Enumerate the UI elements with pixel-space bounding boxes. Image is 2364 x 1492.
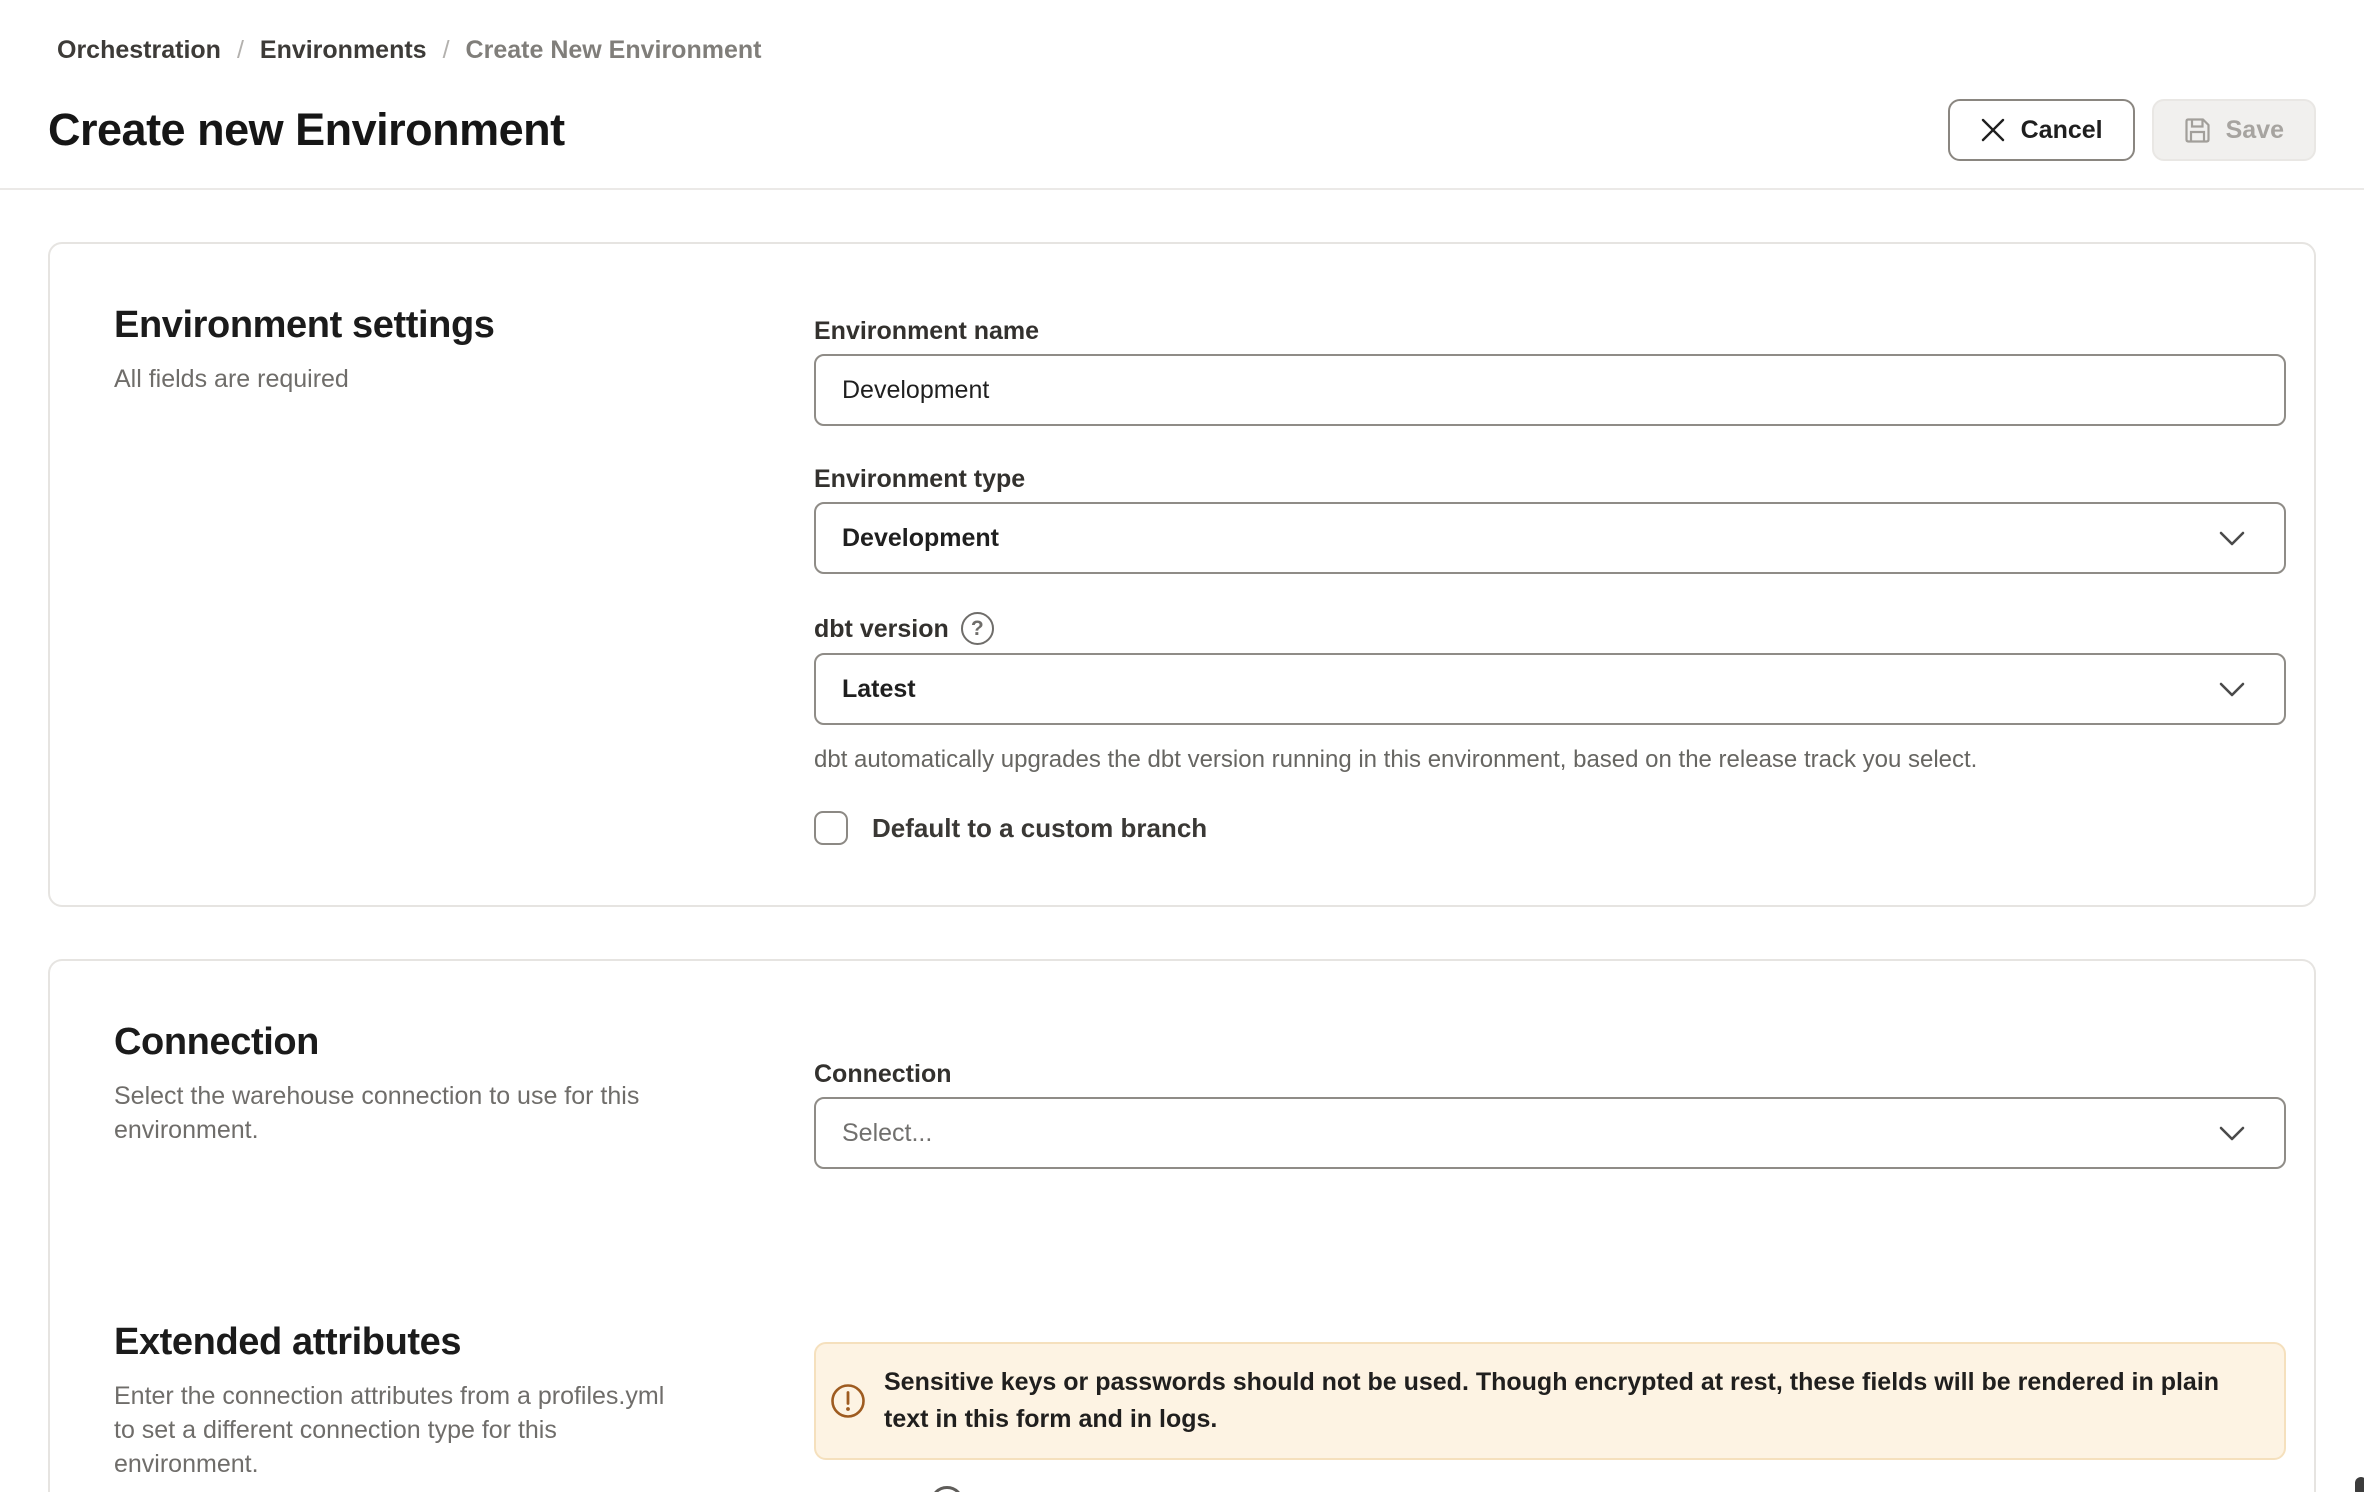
extended-attributes-description: Enter the connection attributes from a p… <box>114 1379 674 1481</box>
page-title: Create new Environment <box>48 104 565 156</box>
connection-form: Connection Select... <box>814 1059 2286 1169</box>
extended-attributes-form: Sensitive keys or passwords should not b… <box>814 1319 2286 1481</box>
extended-attributes-intro: Extended attributes Enter the connection… <box>114 1319 814 1481</box>
environment-name-input[interactable] <box>814 354 2286 426</box>
sensitive-keys-warning-banner: Sensitive keys or passwords should not b… <box>814 1342 2286 1460</box>
connection-card: Connection Select the warehouse connecti… <box>48 959 2316 1492</box>
environment-type-value: Development <box>842 524 999 553</box>
breadcrumb-environments[interactable]: Environments <box>260 36 427 65</box>
dbt-version-help-text: dbt automatically upgrades the dbt versi… <box>814 745 2286 775</box>
custom-branch-checkbox[interactable] <box>814 811 848 845</box>
environment-settings-card: Environment settings All fields are requ… <box>48 242 2316 907</box>
main-content: Environment settings All fields are requ… <box>0 242 2364 1492</box>
save-icon <box>2184 117 2211 144</box>
sensitive-keys-warning-text: Sensitive keys or passwords should not b… <box>884 1364 2254 1438</box>
dbt-version-select[interactable]: Latest <box>814 653 2286 725</box>
header-divider <box>0 188 2364 190</box>
save-button[interactable]: Save <box>2152 99 2316 161</box>
custom-branch-label: Default to a custom branch <box>872 813 1207 844</box>
chevron-down-icon <box>2218 530 2246 547</box>
environment-settings-intro: Environment settings All fields are requ… <box>114 302 814 845</box>
dbt-version-value: Latest <box>842 675 916 704</box>
dbt-version-help-icon[interactable]: ? <box>961 612 994 645</box>
corner-widget-sliver <box>2355 1477 2364 1492</box>
breadcrumb-current-page: Create New Environment <box>466 36 762 65</box>
breadcrumb-orchestration[interactable]: Orchestration <box>57 36 221 65</box>
header-actions: Cancel Save <box>1948 99 2316 161</box>
cancel-button[interactable]: Cancel <box>1948 99 2135 161</box>
connection-placeholder: Select... <box>842 1119 932 1148</box>
connection-intro: Connection Select the warehouse connecti… <box>114 1019 814 1169</box>
environment-settings-subheading: All fields are required <box>114 362 674 396</box>
alert-circle-icon <box>830 1383 866 1419</box>
custom-branch-row: Default to a custom branch <box>814 811 2286 845</box>
dbt-version-label: dbt version <box>814 614 949 644</box>
breadcrumb-separator: / <box>237 36 244 65</box>
environment-type-label: Environment type <box>814 464 2286 494</box>
cancel-button-label: Cancel <box>2021 116 2103 145</box>
extended-attributes-heading: Extended attributes <box>114 1319 814 1365</box>
save-button-label: Save <box>2226 116 2284 145</box>
environment-settings-heading: Environment settings <box>114 302 814 348</box>
connection-label: Connection <box>814 1059 2286 1089</box>
environment-name-label: Environment name <box>814 316 2286 346</box>
breadcrumb-separator: / <box>443 36 450 65</box>
chevron-down-icon <box>2218 1125 2246 1142</box>
close-icon <box>1980 117 2006 143</box>
connection-select[interactable]: Select... <box>814 1097 2286 1169</box>
connection-description: Select the warehouse connection to use f… <box>114 1079 674 1147</box>
connection-heading: Connection <box>114 1019 814 1065</box>
page-header: Orchestration / Environments / Create Ne… <box>0 0 2364 161</box>
environment-type-select[interactable]: Development <box>814 502 2286 574</box>
chevron-down-icon <box>2218 681 2246 698</box>
breadcrumb: Orchestration / Environments / Create Ne… <box>57 36 2316 65</box>
environment-settings-form: Environment name Environment type Develo… <box>814 302 2286 845</box>
